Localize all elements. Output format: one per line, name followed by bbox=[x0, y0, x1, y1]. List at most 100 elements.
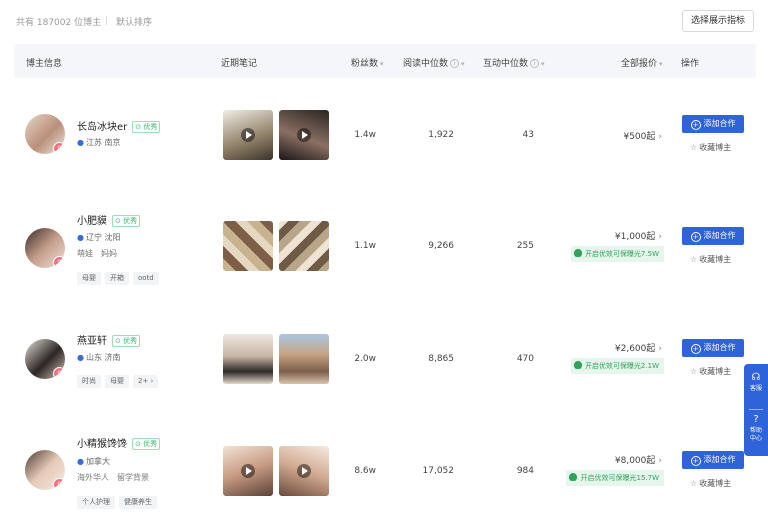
plus-circle-icon: + bbox=[690, 232, 701, 242]
good-badge-text: 优秀 bbox=[123, 337, 138, 345]
note-thumbnail[interactable] bbox=[223, 110, 273, 160]
creator-tags: 个人护理 健康养生 bbox=[77, 489, 161, 509]
creator-tags: 时尚 母婴 2+ › bbox=[77, 368, 162, 388]
creator-count: 共有 187002 位博主 bbox=[16, 18, 102, 28]
customer-service-button[interactable]: ☊ 客服 bbox=[744, 372, 768, 393]
chevron-right-icon: › bbox=[658, 132, 662, 142]
favorite-creator-button[interactable]: ☆ 收藏博主 bbox=[690, 254, 731, 265]
table-row[interactable]: ♀ 长岛冰块er ⊙ 优秀 ● 江苏 南京 1.4w 1,922 43 ¥500起 ›… bbox=[14, 80, 756, 190]
creator-categories: 萌娃 妈妈 bbox=[77, 248, 125, 259]
tag: 母婴 bbox=[77, 272, 101, 285]
info-icon: i bbox=[450, 59, 460, 68]
play-icon bbox=[297, 464, 311, 478]
col-price-label: 全部报价 bbox=[621, 59, 658, 69]
creator-location: ● 山东 济南 bbox=[77, 352, 121, 363]
tag: 母婴 bbox=[105, 375, 129, 388]
gender-female-icon: ♀ bbox=[53, 256, 65, 268]
add-cooperation-button[interactable]: + 添加合作 bbox=[682, 339, 744, 357]
creator-name[interactable]: 小肥貘 ⊙ 优秀 bbox=[77, 212, 141, 227]
col-interact-median[interactable]: 互动中位数 i ▾ bbox=[483, 56, 545, 69]
creator-location: ● 加拿大 bbox=[77, 456, 110, 467]
gender-female-icon: ♀ bbox=[53, 478, 65, 490]
sort-caret-icon: ▾ bbox=[461, 60, 465, 68]
favorite-label: 收藏博主 bbox=[699, 255, 732, 264]
category-text: 萌娃 bbox=[77, 249, 93, 258]
favorite-creator-button[interactable]: ☆ 收藏博主 bbox=[690, 366, 731, 377]
promo-exposure-badge[interactable]: 开启优效可保曝光2.1W bbox=[570, 358, 664, 374]
price-text: ¥500起 bbox=[623, 132, 656, 142]
table-header: 博主信息 近期笔记 粉丝数 ▾ 阅读中位数 i ▾ 互动中位数 i ▾ 全部报价 ▾ 操作 bbox=[14, 44, 756, 78]
favorite-creator-button[interactable]: ☆ 收藏博主 bbox=[690, 478, 731, 489]
tag: ootd bbox=[133, 272, 159, 285]
location-text: 江苏 南京 bbox=[85, 138, 121, 147]
col-all-price[interactable]: 全部报价 ▾ bbox=[621, 56, 663, 69]
shield-check-icon bbox=[573, 361, 582, 369]
good-badge: ⊙ 优秀 bbox=[112, 215, 141, 227]
help-center-label: 帮助中心 bbox=[749, 427, 762, 442]
note-thumbnail[interactable] bbox=[223, 446, 273, 496]
price-link[interactable]: ¥1,000起 › bbox=[615, 229, 662, 242]
promo-text: 开启优效可保曝光15.7W bbox=[580, 474, 659, 482]
avatar[interactable]: ♀ bbox=[25, 450, 65, 490]
avatar[interactable]: ♀ bbox=[25, 228, 65, 268]
col-read-median[interactable]: 阅读中位数 i ▾ bbox=[403, 56, 465, 69]
creator-name[interactable]: 燕亚轩 ⊙ 优秀 bbox=[77, 332, 141, 347]
favorite-creator-button[interactable]: ☆ 收藏博主 bbox=[690, 142, 731, 153]
star-icon: ☆ bbox=[690, 143, 698, 152]
star-icon: ☆ bbox=[690, 367, 698, 376]
note-thumbnail[interactable] bbox=[223, 334, 273, 384]
creator-name[interactable]: 小精猴馋馋 ⊙ 优秀 bbox=[77, 435, 161, 450]
fans-value: 1.1w bbox=[354, 241, 376, 251]
price-link[interactable]: ¥2,600起 › bbox=[615, 341, 662, 354]
col-fans[interactable]: 粉丝数 ▾ bbox=[351, 56, 384, 69]
read-median-value: 17,052 bbox=[422, 466, 455, 476]
promo-exposure-badge[interactable]: 开启优效可保曝光15.7W bbox=[566, 470, 664, 486]
col-operation: 操作 bbox=[681, 59, 700, 69]
good-badge: ⊙ 优秀 bbox=[112, 335, 141, 347]
avatar[interactable]: ♀ bbox=[25, 114, 65, 154]
add-cooperation-button[interactable]: + 添加合作 bbox=[682, 451, 744, 469]
location-pin-icon: ● bbox=[77, 138, 84, 147]
table-row[interactable]: ♀ 小肥貘 ⊙ 优秀 ● 辽宁 沈阳 萌娃 妈妈 母婴 开箱 ootd 1.1w 9,26… bbox=[14, 192, 756, 302]
help-center-button[interactable]: ? 帮助中心 bbox=[744, 414, 768, 443]
table-row[interactable]: ♀ 燕亚轩 ⊙ 优秀 ● 山东 济南 时尚 母婴 2+ › 2.0w 8,865 470… bbox=[14, 304, 756, 414]
note-thumbnail[interactable] bbox=[279, 334, 329, 384]
shield-check-icon bbox=[569, 473, 578, 481]
chevron-right-icon: › bbox=[658, 232, 662, 242]
col-creator-info: 博主信息 bbox=[26, 59, 63, 69]
add-cooperation-button[interactable]: + 添加合作 bbox=[682, 227, 744, 245]
plus-circle-icon: + bbox=[690, 456, 701, 466]
location-pin-icon: ● bbox=[77, 457, 84, 466]
play-icon bbox=[241, 464, 255, 478]
add-cooperation-label: 添加合作 bbox=[703, 455, 736, 464]
creator-name[interactable]: 长岛冰块er ⊙ 优秀 bbox=[77, 118, 161, 133]
sort-dropdown[interactable]: 默认排序 bbox=[116, 15, 152, 28]
promo-exposure-badge[interactable]: 开启优效可保曝光7.5W bbox=[570, 246, 664, 262]
more-tags-button[interactable]: 2+ › bbox=[133, 375, 159, 388]
chevron-right-icon: › bbox=[658, 344, 662, 354]
location-pin-icon: ● bbox=[77, 233, 84, 242]
note-thumbnail[interactable] bbox=[279, 221, 329, 271]
plus-circle-icon: + bbox=[690, 344, 701, 354]
avatar[interactable]: ♀ bbox=[25, 339, 65, 379]
note-thumbnail[interactable] bbox=[279, 446, 329, 496]
star-icon: ☆ bbox=[690, 255, 698, 264]
add-cooperation-label: 添加合作 bbox=[703, 343, 736, 352]
good-badge-text: 优秀 bbox=[143, 123, 158, 131]
col-recent-notes: 近期笔记 bbox=[221, 59, 258, 69]
choose-metrics-button[interactable]: 选择展示指标 bbox=[681, 10, 754, 32]
tag: 时尚 bbox=[77, 375, 101, 388]
add-cooperation-button[interactable]: + 添加合作 bbox=[682, 115, 744, 133]
note-thumbnail[interactable] bbox=[279, 110, 329, 160]
price-text: ¥2,600起 bbox=[614, 344, 656, 354]
creator-name-text: 燕亚轩 bbox=[77, 336, 107, 347]
read-median-value: 9,266 bbox=[428, 241, 454, 251]
add-cooperation-label: 添加合作 bbox=[703, 119, 736, 128]
sort-caret-icon: ▾ bbox=[541, 60, 545, 68]
price-link[interactable]: ¥8,000起 › bbox=[615, 453, 662, 466]
read-median-value: 8,865 bbox=[428, 354, 454, 364]
price-link[interactable]: ¥500起 › bbox=[623, 129, 662, 142]
customer-service-label: 客服 bbox=[749, 385, 762, 392]
note-thumbnail[interactable] bbox=[223, 221, 273, 271]
sort-caret-icon: ▾ bbox=[659, 60, 663, 68]
